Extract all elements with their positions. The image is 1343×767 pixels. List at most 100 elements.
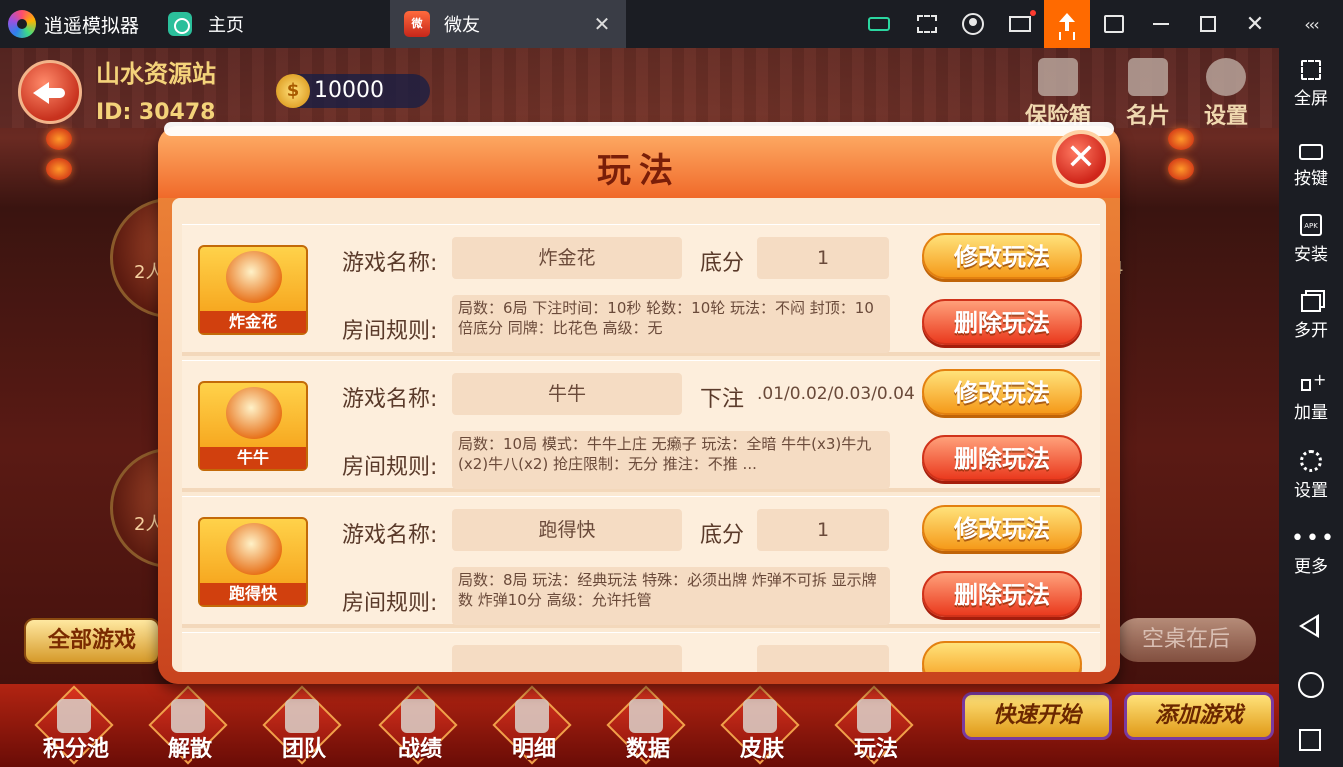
nav-label: 明细 bbox=[511, 737, 556, 762]
nav-rules[interactable]: 玩法 bbox=[830, 685, 916, 767]
notification-dot bbox=[1030, 10, 1036, 16]
delete-rule-button[interactable]: 删除玩法 bbox=[922, 299, 1082, 345]
nav-points-pool[interactable]: 积分池 bbox=[30, 685, 116, 767]
game-name-value: 牛牛 bbox=[452, 373, 682, 415]
account-button[interactable] bbox=[950, 0, 996, 48]
nav-skin[interactable]: 皮肤 bbox=[716, 685, 802, 767]
gamepad-icon bbox=[868, 17, 890, 31]
dissolve-icon bbox=[171, 699, 205, 733]
screen-record-button[interactable] bbox=[1091, 0, 1137, 48]
window-close-button[interactable]: ✕ bbox=[1232, 0, 1278, 48]
minimize-button[interactable] bbox=[1138, 0, 1184, 48]
room-rules-text: 局数：10局 模式：牛牛上庄 无癞子 玩法：全暗 牛牛(x3)牛九(x2)牛八(… bbox=[452, 431, 890, 489]
game-name-value: 跑得快 bbox=[452, 509, 682, 551]
upload-icon bbox=[1058, 13, 1076, 35]
lantern-decoration bbox=[1168, 128, 1194, 150]
tab-close-icon[interactable]: ✕ bbox=[590, 12, 614, 36]
rule-card: 跑得快 游戏名称: 跑得快 底分 1 房间规则: 局数：8局 玩法：经典玩法 特… bbox=[182, 496, 1100, 628]
nav-label: 皮肤 bbox=[739, 737, 784, 762]
nav-record[interactable]: 战绩 bbox=[374, 685, 460, 767]
points-pool-icon bbox=[57, 699, 91, 733]
game-icon-zhajinhua: 炸金花 bbox=[198, 245, 308, 335]
extra-value: .01/0.02/0.03/0.04 bbox=[757, 384, 915, 404]
mail-icon bbox=[1009, 10, 1036, 32]
sidebar-item-label: 按键 bbox=[1294, 169, 1328, 189]
quick-start-button[interactable]: 快速开始 bbox=[962, 692, 1112, 740]
nav-label: 团队 bbox=[281, 737, 326, 762]
nav-detail[interactable]: 明细 bbox=[488, 685, 574, 767]
emulator-titlebar: 逍遥模拟器 主页 微 微友 ✕ ✕ ‹‹‹ bbox=[0, 0, 1343, 48]
rules-list[interactable]: 炸金花 游戏名称: 炸金花 底分 1 房间规则: 局数：6局 下注时间：10秒 … bbox=[172, 198, 1106, 672]
lantern-decoration bbox=[46, 158, 72, 180]
game-name-label: 游戏名称: bbox=[342, 387, 438, 412]
bull-icon bbox=[226, 387, 282, 439]
sidebar-item-settings[interactable]: 设置 bbox=[1279, 450, 1343, 501]
safe-button[interactable]: 保险箱 bbox=[1018, 58, 1098, 130]
edit-rule-button[interactable] bbox=[922, 641, 1082, 672]
game-icon-paodekuai: 跑得快 bbox=[198, 517, 308, 607]
room-rules-label: 房间规则: bbox=[342, 455, 438, 480]
tab-weiyou[interactable]: 微 微友 ✕ bbox=[390, 0, 626, 48]
close-icon: ✕ bbox=[1245, 11, 1265, 37]
nav-label: 玩法 bbox=[853, 737, 898, 762]
nav-dissolve[interactable]: 解散 bbox=[144, 685, 230, 767]
sidebar-item-volume-up[interactable]: 加量 bbox=[1279, 370, 1343, 423]
modal-close-button[interactable]: ✕ bbox=[1052, 130, 1110, 188]
add-game-button[interactable]: 添加游戏 bbox=[1124, 692, 1274, 740]
extra-label: 下注 bbox=[700, 387, 745, 412]
sidebar-item-more[interactable]: ••• 更多 bbox=[1279, 528, 1343, 578]
delete-rule-button[interactable]: 删除玩法 bbox=[922, 571, 1082, 617]
edit-rule-button[interactable]: 修改玩法 bbox=[922, 233, 1082, 279]
emulator-sidebar: 全屏 按键 APK 安装 多开 加量 设置 ••• 更多 bbox=[1279, 48, 1343, 767]
tab-home-label: 主页 bbox=[208, 15, 244, 36]
tab-home[interactable]: 主页 bbox=[160, 0, 388, 48]
sidebar-item-fullscreen[interactable]: 全屏 bbox=[1279, 60, 1343, 109]
delete-rule-button[interactable]: 删除玩法 bbox=[922, 435, 1082, 481]
settings-button[interactable]: 设置 bbox=[1186, 58, 1266, 130]
extra-value: 1 bbox=[757, 509, 889, 551]
gamepad-button[interactable] bbox=[856, 0, 902, 48]
nav-data[interactable]: 数据 bbox=[602, 685, 688, 767]
extra-value: 1 bbox=[757, 237, 889, 279]
coin-balance[interactable]: $ 10000 bbox=[276, 74, 430, 108]
sidebar-item-keymap[interactable]: 按键 bbox=[1279, 140, 1343, 189]
nav-label: 战绩 bbox=[397, 737, 442, 762]
sidebar-item-multi-instance[interactable]: 多开 bbox=[1279, 294, 1343, 341]
sidebar-item-label: 多开 bbox=[1294, 321, 1328, 341]
nav-label: 积分池 bbox=[42, 737, 109, 762]
screenshot-button[interactable] bbox=[904, 0, 950, 48]
coin-amount: 10000 bbox=[314, 78, 384, 103]
card-button[interactable]: 名片 bbox=[1108, 58, 1188, 130]
card-label: 名片 bbox=[1125, 104, 1170, 129]
empty-tables-last-button[interactable]: 空桌在后 bbox=[1116, 618, 1256, 662]
extra-value bbox=[757, 645, 889, 672]
apk-icon: APK bbox=[1300, 214, 1322, 236]
all-games-button[interactable]: 全部游戏 bbox=[24, 618, 160, 664]
maximize-button[interactable] bbox=[1185, 0, 1231, 48]
nav-team[interactable]: 团队 bbox=[258, 685, 344, 767]
nav-label: 数据 bbox=[625, 737, 670, 762]
extra-label: 底分 bbox=[700, 523, 745, 548]
record-icon bbox=[401, 699, 435, 733]
android-back-icon[interactable] bbox=[1299, 614, 1321, 638]
sidebar-collapse-button[interactable]: ‹‹‹ bbox=[1288, 0, 1334, 48]
weiyou-app-icon: 微 bbox=[404, 11, 430, 37]
emulator-app-name: 逍遥模拟器 bbox=[44, 14, 140, 37]
rule-card: 牛牛 游戏名称: 牛牛 下注 .01/0.02/0.03/0.04 房间规则: … bbox=[182, 360, 1100, 492]
android-recents-icon[interactable] bbox=[1299, 729, 1321, 751]
mail-button[interactable] bbox=[997, 0, 1043, 48]
lantern-decoration bbox=[46, 128, 72, 150]
edit-rule-button[interactable]: 修改玩法 bbox=[922, 505, 1082, 551]
edit-rule-button[interactable]: 修改玩法 bbox=[922, 369, 1082, 415]
upload-button[interactable] bbox=[1044, 0, 1090, 48]
screen-record-icon bbox=[1104, 15, 1124, 33]
settings-label: 设置 bbox=[1203, 104, 1248, 129]
room-rules-label: 房间规则: bbox=[342, 591, 438, 616]
fullscreen-icon bbox=[1301, 60, 1321, 80]
back-button[interactable] bbox=[18, 60, 82, 124]
modal-title: 玩法 bbox=[597, 151, 681, 191]
emulator-logo-icon bbox=[8, 10, 36, 38]
android-home-icon[interactable] bbox=[1298, 672, 1324, 698]
sidebar-item-install[interactable]: APK 安装 bbox=[1279, 214, 1343, 265]
sidebar-item-label: 设置 bbox=[1294, 481, 1328, 501]
